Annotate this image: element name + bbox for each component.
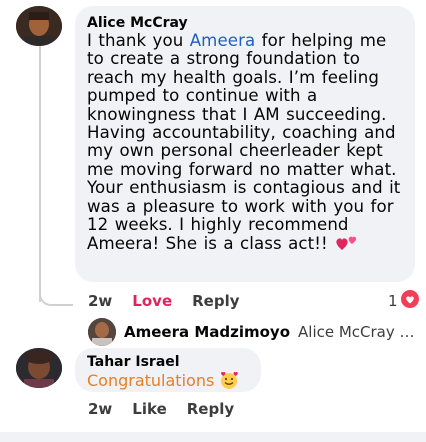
bottom-divider (0, 432, 426, 442)
reply-preview-text: Alice McCray t... (298, 323, 418, 341)
reaction-summary[interactable]: 1 (388, 290, 419, 312)
hearts-emoji-icon (334, 234, 360, 256)
love-button[interactable]: Love (132, 292, 172, 310)
reply-author[interactable]: Ameera Madzimoyo (124, 323, 290, 341)
avatar-alice[interactable] (16, 6, 62, 46)
comment-text-start: I thank you (87, 31, 190, 50)
like-button[interactable]: Like (132, 400, 166, 418)
thread-curve (39, 284, 73, 306)
love-reaction-icon (400, 290, 419, 312)
comment-text-end: for helping me to create a strong founda… (87, 31, 401, 254)
avatar-tahar[interactable] (16, 348, 62, 388)
comment-time[interactable]: 2w (88, 400, 112, 418)
comment-bubble-alice: Alice McCray I thank you Ameera for help… (75, 6, 415, 282)
comment-actions-tahar: 2w Like Reply (88, 400, 234, 418)
comment-text: I thank you Ameera for helping me to cre… (87, 31, 403, 257)
comment-text: Congratulations (87, 371, 249, 393)
comment-author[interactable]: Tahar Israel (87, 353, 249, 371)
comment-author[interactable]: Alice McCray (87, 14, 403, 32)
reply-button[interactable]: Reply (192, 292, 239, 310)
comment-actions-alice: 2w Love Reply (88, 292, 240, 310)
reply-button[interactable]: Reply (187, 400, 234, 418)
congrats-text: Congratulations (87, 371, 215, 390)
thread-line (39, 44, 41, 302)
avatar-ameera[interactable] (88, 318, 116, 346)
comment-bubble-tahar: Tahar Israel Congratulations (75, 348, 261, 392)
mention-link[interactable]: Ameera (190, 31, 256, 50)
comment-time[interactable]: 2w (88, 292, 112, 310)
smiling-face-with-hearts-icon (219, 371, 239, 393)
reply-preview[interactable]: Ameera Madzimoyo Alice McCray t... (88, 318, 418, 346)
reaction-count: 1 (388, 292, 398, 310)
